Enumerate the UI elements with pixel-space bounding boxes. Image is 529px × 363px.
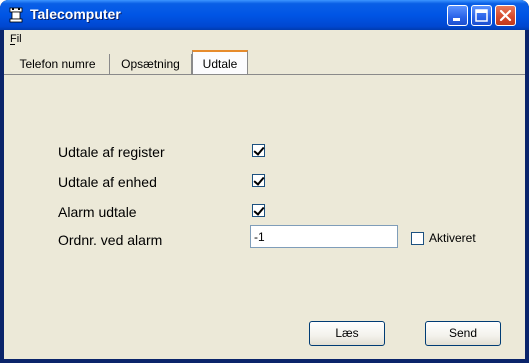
minimize-icon [453, 18, 460, 21]
close-icon [499, 9, 512, 22]
maximize-button[interactable] [471, 5, 492, 26]
app-window: Talecomputer Fil Telefon numre Opsætning [0, 0, 529, 363]
minimize-button[interactable] [447, 5, 468, 26]
activated-checkbox[interactable] [411, 232, 424, 245]
maximize-icon [475, 9, 488, 22]
title-bar[interactable]: Talecomputer [0, 0, 529, 30]
alarm-label: Alarm udtale [58, 204, 137, 220]
activated-label: Aktiveret [429, 231, 476, 245]
tab-opsaetning[interactable]: Opsætning [110, 54, 192, 74]
read-button[interactable]: Læs [309, 321, 385, 346]
send-button[interactable]: Send [425, 321, 501, 346]
udtale-panel: Udtale af register Udtale af enhed Alarm… [4, 74, 525, 359]
device-label: Udtale af enhed [58, 174, 157, 190]
register-label: Udtale af register [58, 144, 165, 160]
tab-udtale[interactable]: Udtale [192, 50, 248, 74]
window-title: Talecomputer [30, 6, 121, 22]
tab-strip: Telefon numre Opsætning Udtale [4, 50, 525, 74]
ordnr-label: Ordnr. ved alarm [58, 232, 163, 248]
window-bottom-border [0, 359, 529, 363]
client-area: Fil Telefon numre Opsætning Udtale Udtal… [4, 30, 525, 359]
alarm-checkbox[interactable] [252, 204, 265, 217]
close-button[interactable] [495, 5, 516, 26]
menu-bar: Fil [4, 30, 525, 48]
tab-telefon-numre[interactable]: Telefon numre [6, 54, 110, 74]
ordnr-input[interactable]: -1 [250, 225, 398, 248]
device-checkbox[interactable] [252, 174, 265, 187]
menu-file-mnemonic [10, 44, 15, 45]
rook-icon [8, 7, 24, 23]
register-checkbox[interactable] [252, 144, 265, 157]
